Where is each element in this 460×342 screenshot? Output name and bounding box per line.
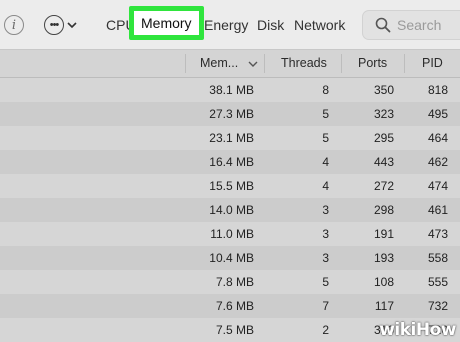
search-field[interactable] (362, 10, 460, 40)
table-row[interactable]: 10.4 MB 3 193 558 (0, 246, 460, 270)
column-header-pid[interactable]: PID (422, 50, 443, 77)
ellipsis-circle-icon[interactable]: ••• (44, 15, 64, 35)
ports-cell: 193 (373, 251, 394, 265)
table-row[interactable]: 15.5 MB 4 272 474 (0, 174, 460, 198)
pid-cell: 555 (427, 275, 448, 289)
ports-cell: 272 (373, 179, 394, 193)
tab-energy[interactable]: Energy (204, 16, 248, 34)
pid-cell: 474 (427, 179, 448, 193)
memory-cell: 14.0 MB (209, 203, 254, 217)
pid-cell: 818 (427, 83, 448, 97)
threads-cell: 4 (322, 155, 329, 169)
threads-cell: 5 (322, 131, 329, 145)
memory-cell: 7.6 MB (215, 299, 254, 313)
pid-cell: 462 (427, 155, 448, 169)
threads-cell: 5 (322, 107, 329, 121)
ports-cell: 191 (373, 227, 394, 241)
pid-cell: 461 (427, 203, 448, 217)
memory-cell: 15.5 MB (209, 179, 254, 193)
pid-cell: 464 (427, 131, 448, 145)
pid-cell: 558 (427, 251, 448, 265)
memory-cell: 23.1 MB (209, 131, 254, 145)
pid-cell: 495 (427, 107, 448, 121)
threads-cell: 3 (322, 251, 329, 265)
info-icon[interactable]: i (4, 15, 24, 35)
table-row[interactable]: 27.3 MB 5 323 495 (0, 102, 460, 126)
pid-cell: 473 (427, 227, 448, 241)
table-row[interactable]: 11.0 MB 3 191 473 (0, 222, 460, 246)
ports-cell: 117 (374, 299, 394, 313)
column-header-memory[interactable]: Mem... (200, 50, 238, 77)
table-row[interactable]: 14.0 MB 3 298 461 (0, 198, 460, 222)
column-header-ports[interactable]: Ports (358, 50, 387, 77)
ports-cell: 350 (373, 83, 394, 97)
pid-cell: 732 (427, 299, 448, 313)
column-divider[interactable] (185, 54, 186, 73)
threads-cell: 5 (322, 275, 329, 289)
threads-cell: 2 (322, 323, 329, 337)
ports-cell: 108 (373, 275, 394, 289)
tab-memory[interactable]: Memory (129, 6, 204, 40)
table-row[interactable]: 38.1 MB 8 350 818 (0, 78, 460, 102)
table-row[interactable]: 7.8 MB 5 108 555 (0, 270, 460, 294)
threads-cell: 3 (322, 203, 329, 217)
threads-cell: 8 (322, 83, 329, 97)
table-header: Mem... Threads Ports PID (0, 50, 460, 78)
ports-cell: 295 (373, 131, 394, 145)
toolbar: i ••• CPU Memory Energy Disk Network (0, 0, 460, 50)
memory-cell: 7.5 MB (215, 323, 254, 337)
memory-cell: 7.8 MB (215, 275, 254, 289)
ports-cell: 443 (373, 155, 394, 169)
column-divider[interactable] (404, 54, 405, 73)
tab-network[interactable]: Network (294, 16, 345, 34)
table-row[interactable]: 16.4 MB 4 443 462 (0, 150, 460, 174)
memory-cell: 38.1 MB (209, 83, 254, 97)
search-input[interactable] (397, 17, 460, 33)
column-divider[interactable] (264, 54, 265, 73)
tab-disk[interactable]: Disk (257, 16, 284, 34)
threads-cell: 7 (322, 299, 329, 313)
watermark-logo: wikiHow (379, 320, 456, 340)
process-table: 38.1 MB 8 350 818 27.3 MB 5 323 495 23.1… (0, 78, 460, 342)
table-row[interactable]: 23.1 MB 5 295 464 (0, 126, 460, 150)
memory-cell: 10.4 MB (209, 251, 254, 265)
chevron-down-icon[interactable] (66, 16, 78, 34)
table-row[interactable]: 7.6 MB 7 117 732 (0, 294, 460, 318)
search-icon (375, 16, 391, 34)
threads-cell: 4 (322, 179, 329, 193)
ports-cell: 323 (373, 107, 394, 121)
ports-cell: 298 (373, 203, 394, 217)
memory-cell: 16.4 MB (209, 155, 254, 169)
column-divider[interactable] (341, 54, 342, 73)
memory-cell: 27.3 MB (209, 107, 254, 121)
memory-cell: 11.0 MB (210, 227, 254, 241)
threads-cell: 3 (322, 227, 329, 241)
column-header-threads[interactable]: Threads (281, 50, 327, 77)
sort-chevron-icon[interactable] (248, 50, 258, 77)
